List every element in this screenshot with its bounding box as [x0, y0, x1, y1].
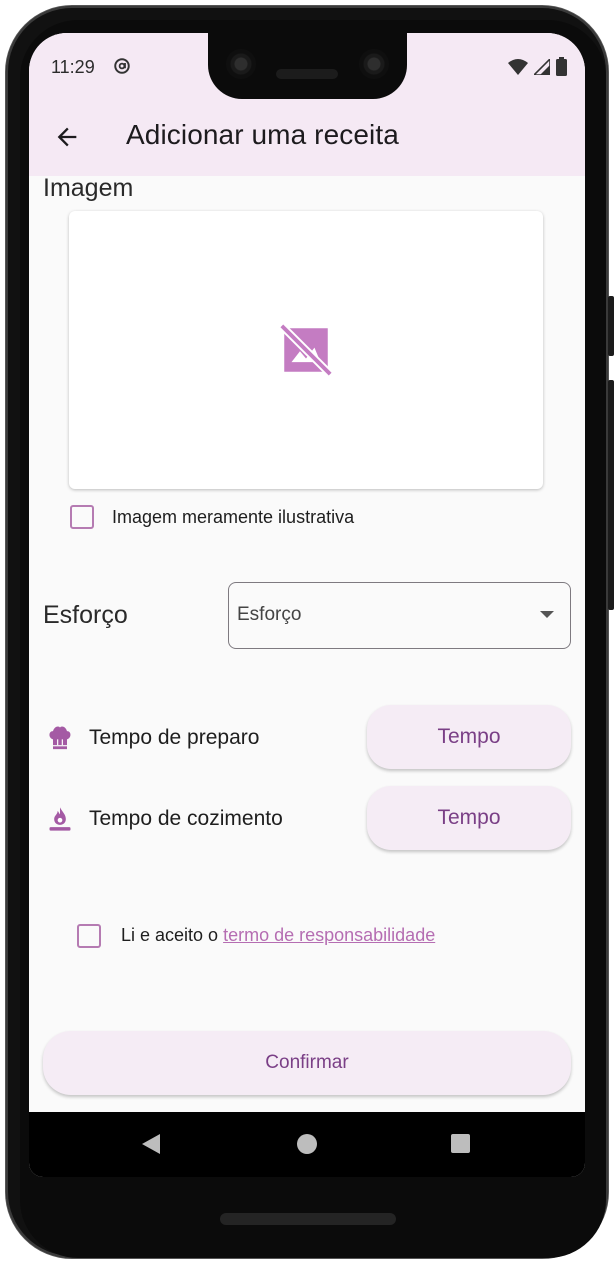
- screen: 11:29 Adicionar uma receita Imagem Image…: [29, 33, 585, 1177]
- illustrative-image-label: Imagem meramente ilustrativa: [112, 507, 355, 527]
- status-icons: [508, 57, 567, 76]
- power-button: [608, 296, 614, 356]
- prep-time-label: Tempo de preparo: [89, 726, 260, 749]
- terms-prefix: Li e aceito o: [121, 925, 224, 945]
- illustrative-image-checkbox[interactable]: [70, 505, 94, 529]
- terms-link[interactable]: termo de responsabilidade: [223, 925, 435, 945]
- effort-dropdown-placeholder: Esforço: [237, 604, 302, 625]
- chef-hat-icon: [49, 726, 71, 750]
- prep-time-button[interactable]: Tempo: [367, 705, 571, 769]
- system-navigation-bar: [29, 1112, 585, 1177]
- volume-button: [608, 380, 614, 610]
- image-section-title: Imagem: [43, 174, 134, 202]
- effort-label: Esforço: [43, 601, 128, 629]
- app-bar: 11:29 Adicionar uma receita: [29, 33, 585, 176]
- arrow-back-icon[interactable]: [53, 123, 81, 151]
- nav-back-icon[interactable]: [142, 1134, 160, 1154]
- confirm-button[interactable]: Confirmar: [43, 1031, 571, 1095]
- front-camera: [226, 49, 256, 79]
- dropdown-arrow-icon: [540, 611, 554, 618]
- bottom-speaker: [220, 1213, 396, 1225]
- wifi-icon: [508, 58, 528, 75]
- cook-time-button[interactable]: Tempo: [367, 786, 571, 850]
- image-not-supported-icon: [279, 323, 333, 377]
- page-title: Adicionar uma receita: [126, 119, 399, 150]
- terms-checkbox[interactable]: [77, 924, 101, 948]
- nav-home-icon[interactable]: [297, 1134, 317, 1154]
- earpiece-speaker: [276, 69, 338, 79]
- burner-flame-icon: [49, 807, 71, 831]
- terms-text: Li e aceito o termo de responsabilidade: [121, 925, 435, 946]
- camera-notch: [208, 33, 407, 99]
- signal-icon: [534, 58, 550, 75]
- battery-icon: [556, 57, 567, 76]
- status-time: 11:29: [51, 57, 95, 77]
- at-sign-icon: [114, 58, 130, 74]
- nav-recents-icon[interactable]: [451, 1134, 470, 1153]
- cook-time-label: Tempo de cozimento: [89, 807, 283, 830]
- image-picker[interactable]: [69, 211, 543, 489]
- effort-dropdown[interactable]: Esforço: [228, 582, 571, 649]
- front-sensor: [359, 49, 389, 79]
